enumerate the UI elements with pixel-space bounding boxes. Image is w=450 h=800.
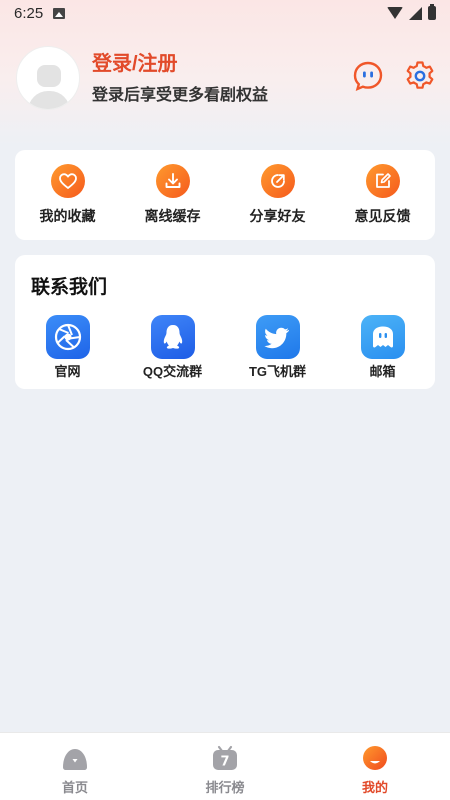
email-label: 邮箱 xyxy=(369,364,396,379)
favorites-icon-circle xyxy=(50,164,85,198)
home-icon xyxy=(63,749,87,770)
message-icon xyxy=(353,61,383,92)
message-button[interactable] xyxy=(352,60,384,92)
avatar-body-shape xyxy=(28,91,70,109)
email-link[interactable]: 邮箱 xyxy=(333,315,433,380)
login-subtitle: 登录后享受更多看剧权益 xyxy=(92,87,269,104)
contact-title: 联系我们 xyxy=(31,277,108,298)
offline-cache-label: 离线缓存 xyxy=(144,208,201,224)
share-friends-label: 分享好友 xyxy=(249,208,306,224)
qq-group-label: QQ交流群 xyxy=(142,364,203,379)
tab-profile-label: 我的 xyxy=(361,780,388,795)
ranking-icon: 7 xyxy=(213,745,237,770)
website-label: 官网 xyxy=(54,364,81,379)
email-icon-tile xyxy=(360,315,405,359)
ranking-badge: 7 xyxy=(220,755,229,770)
tab-profile[interactable]: 我的 xyxy=(315,733,435,796)
twitter-bird-icon xyxy=(263,327,289,349)
tab-ranking[interactable]: 7 排行榜 xyxy=(165,733,285,796)
bottom-tab-bar: 首页 7 排行榜 我的 xyxy=(0,732,450,800)
avatar-head-shape xyxy=(37,65,61,87)
telegram-icon-tile xyxy=(255,315,300,359)
website-link[interactable]: 官网 xyxy=(18,315,118,380)
share-friends-button[interactable]: 分享好友 xyxy=(233,164,323,226)
settings-button[interactable] xyxy=(404,60,436,92)
share-icon-circle xyxy=(260,164,295,198)
offline-cache-icon-circle xyxy=(155,164,190,198)
favorites-label: 我的收藏 xyxy=(39,208,96,224)
status-bar: 6:25 xyxy=(0,0,450,26)
favorites-button[interactable]: 我的收藏 xyxy=(23,164,113,226)
contact-card: 联系我们 官网 QQ交流群 TG飞机群 邮箱 xyxy=(15,255,435,389)
profile-login[interactable]: 登录/注册 登录后享受更多看剧权益 xyxy=(16,46,268,110)
website-icon-tile xyxy=(45,315,90,359)
feedback-icon-circle xyxy=(365,164,400,198)
status-time: 6:25 xyxy=(14,4,44,22)
wifi-icon xyxy=(387,7,403,19)
avatar[interactable] xyxy=(16,46,80,110)
offline-cache-button[interactable]: 离线缓存 xyxy=(128,164,218,226)
tab-ranking-label: 排行榜 xyxy=(205,780,245,795)
qq-icon xyxy=(163,325,182,349)
quick-actions-card: 我的收藏 离线缓存 分享好友 意见反馈 xyxy=(15,150,435,240)
heart-icon xyxy=(58,173,77,189)
feedback-button[interactable]: 意见反馈 xyxy=(338,164,428,226)
feedback-icon xyxy=(375,173,391,188)
login-register-link[interactable]: 登录/注册 xyxy=(92,51,268,77)
gear-icon xyxy=(406,61,434,89)
telegram-group-label: TG飞机群 xyxy=(248,364,307,379)
tab-home-label: 首页 xyxy=(61,780,88,795)
battery-icon xyxy=(428,4,436,20)
tab-home[interactable]: 首页 xyxy=(15,733,135,796)
profile-icon xyxy=(363,746,387,770)
gallery-notification-icon xyxy=(53,7,66,19)
chat-bubble-icon xyxy=(372,326,393,348)
qq-icon-tile xyxy=(150,315,195,359)
qq-group-link[interactable]: QQ交流群 xyxy=(123,315,223,380)
signal-icon xyxy=(409,6,422,20)
telegram-group-link[interactable]: TG飞机群 xyxy=(228,315,328,380)
download-icon xyxy=(165,173,180,188)
aperture-icon xyxy=(54,323,81,351)
share-icon xyxy=(270,174,285,188)
feedback-label: 意见反馈 xyxy=(354,208,411,224)
